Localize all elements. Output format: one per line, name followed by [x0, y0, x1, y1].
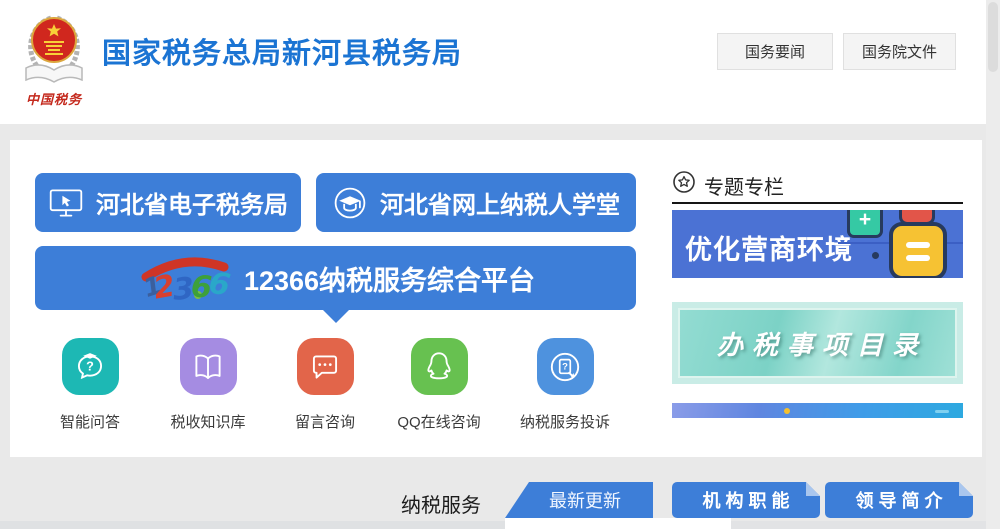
- tab-label: 领导简介: [856, 487, 948, 513]
- service-smart-qa[interactable]: ? 智能问答: [30, 338, 150, 432]
- qq-icon: [411, 338, 468, 395]
- site-title: 国家税务总局新河县税务局: [102, 30, 462, 72]
- banner-partial-strip[interactable]: [672, 403, 963, 418]
- knowledge-book-icon: [180, 338, 237, 395]
- equals-card-icon: [889, 222, 947, 278]
- taxpayer-school-button[interactable]: 河北省网上纳税人学堂: [316, 173, 636, 232]
- wave-decor: [935, 410, 949, 413]
- hotline-12366-logo-icon: 1 2 3 6 6: [136, 251, 230, 305]
- banner-tax-matters-catalog[interactable]: 办税事项目录: [672, 302, 963, 384]
- footer-strip-left: [0, 521, 505, 529]
- banner-label: 优化营商环境: [685, 228, 853, 267]
- service-message-consult[interactable]: 留言咨询: [265, 338, 385, 432]
- service-knowledge-base[interactable]: 税收知识库: [148, 338, 268, 432]
- sidebar: 专题专栏 优化营商环境 + 办税事项目录: [672, 140, 963, 457]
- service-label: 税收知识库: [148, 411, 268, 432]
- graduation-cap-icon: [332, 185, 368, 221]
- hotline-12366-banner[interactable]: 1 2 3 6 6 12366纳税服务综合平台: [35, 246, 636, 310]
- service-label: QQ在线咨询: [379, 411, 499, 432]
- header-button-state-news[interactable]: 国务要闻: [717, 33, 833, 70]
- banner-pointer: [322, 309, 350, 323]
- tab-leader-profile[interactable]: 领导简介: [825, 482, 973, 518]
- service-label: 留言咨询: [265, 411, 385, 432]
- quick-link-label: 河北省网上纳税人学堂: [380, 185, 620, 220]
- sidebar-title: 专题专栏: [704, 171, 784, 200]
- service-qq-consult[interactable]: QQ在线咨询: [379, 338, 499, 432]
- sidebar-divider: [672, 202, 963, 204]
- svg-text:?: ?: [86, 359, 94, 373]
- banner-label: 办税事项目录: [708, 325, 927, 362]
- quick-link-label: 河北省电子税务局: [96, 185, 288, 220]
- banner-business-environment[interactable]: 优化营商环境 +: [672, 210, 963, 278]
- etax-bureau-button[interactable]: 河北省电子税务局: [35, 173, 301, 232]
- tab-organization-functions[interactable]: 机构职能: [672, 482, 820, 518]
- dot-decor: [784, 408, 790, 414]
- hotline-label: 12366纳税服务综合平台: [244, 259, 535, 298]
- tax-bureau-logo: 中国税务: [12, 6, 96, 108]
- tab-label: 最新更新: [549, 487, 621, 513]
- water-texture: 办税事项目录: [678, 308, 957, 378]
- message-icon: [297, 338, 354, 395]
- smart-qa-icon: ?: [62, 338, 119, 395]
- footer-strip-right: [731, 521, 986, 529]
- svg-text:?: ?: [562, 361, 568, 372]
- section-label-tax-service: 纳税服务: [401, 489, 481, 518]
- main-card: 河北省电子税务局 河北省网上纳税人学堂 1 2 3: [10, 140, 982, 457]
- star-circle-icon: [672, 170, 696, 200]
- sidebar-header: 专题专栏: [672, 170, 784, 200]
- tab-label: 机构职能: [703, 487, 795, 513]
- active-tab-panel-edge: [505, 518, 731, 529]
- service-label: 智能问答: [30, 411, 150, 432]
- service-complaint[interactable]: ? 纳税服务投诉: [505, 338, 625, 432]
- monitor-icon: [48, 187, 84, 219]
- header-button-state-council-docs[interactable]: 国务院文件: [843, 33, 956, 70]
- service-label: 纳税服务投诉: [505, 411, 625, 432]
- tab-latest-updates[interactable]: 最新更新: [505, 482, 653, 518]
- scrollbar[interactable]: [986, 0, 1000, 529]
- plus-square-icon: +: [847, 210, 883, 238]
- scrollbar-thumb[interactable]: [988, 2, 998, 72]
- dot-decor: [872, 252, 879, 259]
- site-header: 中国税务 国家税务总局新河县税务局 国务要闻 国务院文件: [0, 0, 986, 124]
- complaint-icon: ?: [537, 338, 594, 395]
- page: 中国税务 国家税务总局新河县税务局 国务要闻 国务院文件 河北省电子税务局: [0, 0, 1000, 529]
